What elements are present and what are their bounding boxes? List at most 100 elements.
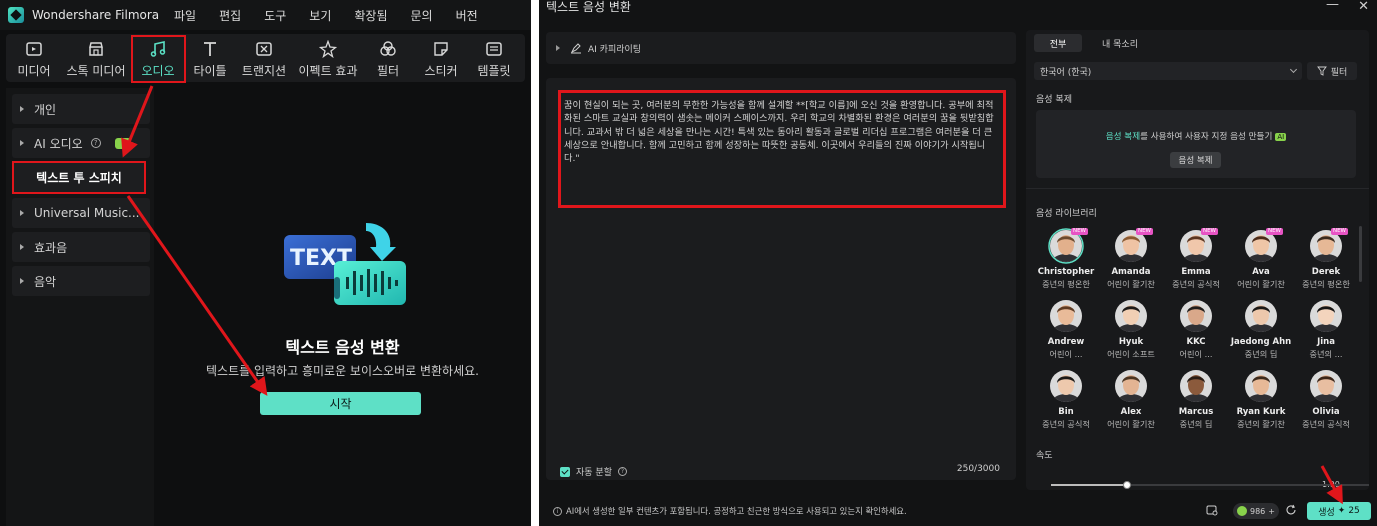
- tab-stickers[interactable]: 스티커: [414, 34, 468, 82]
- voice-card[interactable]: KKC 어린이 ...: [1164, 298, 1228, 364]
- voice-card[interactable]: Marcus 중년의 딥: [1164, 368, 1228, 434]
- voice-description: 중년의 공식적: [1302, 419, 1350, 429]
- voice-card[interactable]: Bin 중년의 공식적: [1034, 368, 1098, 434]
- voice-tabs: 전부 내 목소리: [1034, 34, 1158, 52]
- ai-badge-icon: [114, 137, 131, 149]
- voice-panel: 전부 내 목소리 한국어 (한국) 필터 음성 복제 음성 복제를 사용하여 사…: [1026, 30, 1369, 490]
- tab-stock-media[interactable]: 스톡 미디어: [62, 34, 130, 82]
- divider: [1026, 188, 1369, 189]
- voice-avatar: [1178, 298, 1214, 334]
- menu-view[interactable]: 보기: [309, 7, 331, 24]
- menu-tools[interactable]: 도구: [264, 7, 286, 24]
- tab-transitions[interactable]: 트랜지션: [234, 34, 294, 82]
- voice-avatar: NEW: [1178, 228, 1218, 264]
- menu-edit[interactable]: 편집: [219, 7, 241, 24]
- tab-all-voices[interactable]: 전부: [1034, 34, 1082, 52]
- voice-avatar: [1113, 368, 1149, 404]
- voice-clone-box: 음성 복제를 사용하여 사용자 지정 음성 만들기 AI 음성 복제: [1036, 110, 1356, 178]
- voice-card[interactable]: Jina 중년의 ...: [1294, 298, 1358, 364]
- tab-filters[interactable]: 필터: [362, 34, 414, 82]
- start-button[interactable]: 시작: [260, 392, 421, 415]
- speed-slider[interactable]: [1051, 481, 1369, 489]
- voice-card[interactable]: NEW Christopher 중년의 평온한: [1034, 228, 1098, 294]
- voice-card[interactable]: Hyuk 어린이 소프트: [1099, 298, 1163, 364]
- caret-right-icon: [20, 140, 24, 146]
- checkbox-checked-icon[interactable]: [560, 466, 570, 477]
- voice-description: 어린이 활기찬: [1107, 279, 1155, 289]
- help-icon[interactable]: ?: [617, 467, 627, 476]
- voice-card[interactable]: Andrew 어린이 ...: [1034, 298, 1098, 364]
- ai-settings-icon[interactable]: [1206, 504, 1218, 516]
- voice-clone-button[interactable]: 음성 복제: [1170, 152, 1221, 168]
- voice-name: Andrew: [1047, 337, 1085, 347]
- voice-description: 중년의 딥: [1179, 419, 1213, 429]
- auto-split-toggle[interactable]: 자동 분할 ?: [560, 465, 627, 478]
- pen-sparkle-icon: [570, 43, 581, 54]
- voice-description: 어린이 ...: [1049, 349, 1083, 359]
- plus-icon[interactable]: +: [1268, 507, 1275, 516]
- voice-avatar: [1113, 298, 1149, 334]
- voice-avatar: [1308, 368, 1344, 404]
- voice-card[interactable]: NEW Amanda 어린이 활기찬: [1099, 228, 1163, 294]
- menu-extensions[interactable]: 확장됨: [354, 7, 387, 24]
- filmora-main-window: Wondershare Filmora 파일 편집 도구 보기 확장됨 문의 버…: [0, 0, 531, 526]
- filter-button[interactable]: 필터: [1307, 62, 1357, 80]
- voice-description: 어린이 ...: [1179, 349, 1213, 359]
- sidebar-item-personal[interactable]: 개인: [12, 94, 150, 124]
- tts-dialog: 텍스트 음성 변환 — ✕ AI 카피라이팅 꿈이 현실이 되는 곳, 여러분의…: [539, 0, 1377, 526]
- voice-card[interactable]: Alex 어린이 활기찬: [1099, 368, 1163, 434]
- refresh-icon[interactable]: [1285, 504, 1297, 516]
- new-badge: NEW: [1330, 228, 1348, 235]
- voice-name: KKC: [1186, 337, 1206, 347]
- sidebar-item-universal-music[interactable]: Universal Music...: [12, 198, 150, 228]
- audio-sidebar: 개인 AI 오디오 ? Universal Music... 효과음 음악: [6, 88, 154, 526]
- voice-avatar: NEW: [1048, 228, 1088, 264]
- transition-icon: [255, 40, 273, 58]
- voice-name: Alex: [1120, 407, 1142, 417]
- credits-badge[interactable]: 986 +: [1233, 503, 1279, 519]
- voice-name: Bin: [1058, 407, 1074, 417]
- voice-card[interactable]: Olivia 중년의 공식적: [1294, 368, 1358, 434]
- ai-copywriting-bar[interactable]: AI 카피라이팅: [546, 32, 1016, 64]
- tab-templates[interactable]: 템플릿: [468, 34, 520, 82]
- tab-titles[interactable]: 타이틀: [186, 34, 234, 82]
- voice-card[interactable]: NEW Emma 중년의 공식적: [1164, 228, 1228, 294]
- minimize-icon[interactable]: —: [1326, 0, 1339, 12]
- voice-card[interactable]: Ryan Kurk 중년의 활기찬: [1229, 368, 1293, 434]
- voice-clone-link[interactable]: 음성 복제: [1106, 132, 1140, 142]
- voice-card[interactable]: Jaedong Ahn 중년의 딥: [1229, 298, 1293, 364]
- sidebar-item-text-to-speech[interactable]: 텍스트 투 스피치: [12, 161, 146, 194]
- close-icon[interactable]: ✕: [1358, 0, 1369, 14]
- app-name: Wondershare Filmora: [32, 8, 160, 22]
- tab-media[interactable]: 미디어: [6, 34, 62, 82]
- tab-my-voice[interactable]: 내 목소리: [1092, 34, 1148, 52]
- sticker-icon: [432, 40, 450, 58]
- voice-card[interactable]: NEW Derek 중년의 평온한: [1294, 228, 1358, 294]
- help-icon[interactable]: ?: [90, 138, 101, 148]
- ai-badge: AI: [1275, 133, 1287, 141]
- language-select[interactable]: 한국어 (한국): [1034, 62, 1302, 80]
- menu-version[interactable]: 버전: [456, 7, 478, 24]
- voice-name: Hyuk: [1118, 337, 1144, 347]
- sparkle-icon: ✦: [1337, 506, 1346, 516]
- voice-name: Ryan Kurk: [1236, 407, 1286, 417]
- tab-effects[interactable]: 이펙트 효과: [294, 34, 362, 82]
- text-to-speech-illustration-icon: TEXT: [284, 223, 406, 305]
- voice-card[interactable]: NEW Ava 어린이 활기찬: [1229, 228, 1293, 294]
- generate-button[interactable]: 생성 ✦ 25: [1307, 502, 1371, 520]
- sidebar-item-ai-audio[interactable]: AI 오디오 ?: [12, 128, 150, 158]
- tts-text-input[interactable]: 꿈이 현실이 되는 곳, 여러분의 무한한 가능성을 함께 설계할 **[학교 …: [558, 90, 1006, 208]
- sidebar-item-sound-effects[interactable]: 효과음: [12, 232, 150, 262]
- voice-name: Jina: [1317, 337, 1335, 347]
- voice-avatar: [1048, 368, 1084, 404]
- voice-name: Amanda: [1111, 267, 1151, 277]
- media-icon: [25, 40, 43, 58]
- menu-help[interactable]: 문의: [411, 7, 433, 24]
- voice-description: 중년의 ...: [1309, 349, 1343, 359]
- info-icon: i: [553, 506, 562, 516]
- speed-heading: 속도: [1036, 451, 1053, 461]
- sidebar-item-music[interactable]: 음악: [12, 266, 150, 296]
- menu-file[interactable]: 파일: [174, 7, 196, 24]
- media-toolbar: 미디어 스톡 미디어 오디오 타이틀 트랜지션 이펙트 효과 필터 스티커 템플…: [6, 34, 525, 82]
- voice-list-scrollbar[interactable]: [1359, 226, 1362, 282]
